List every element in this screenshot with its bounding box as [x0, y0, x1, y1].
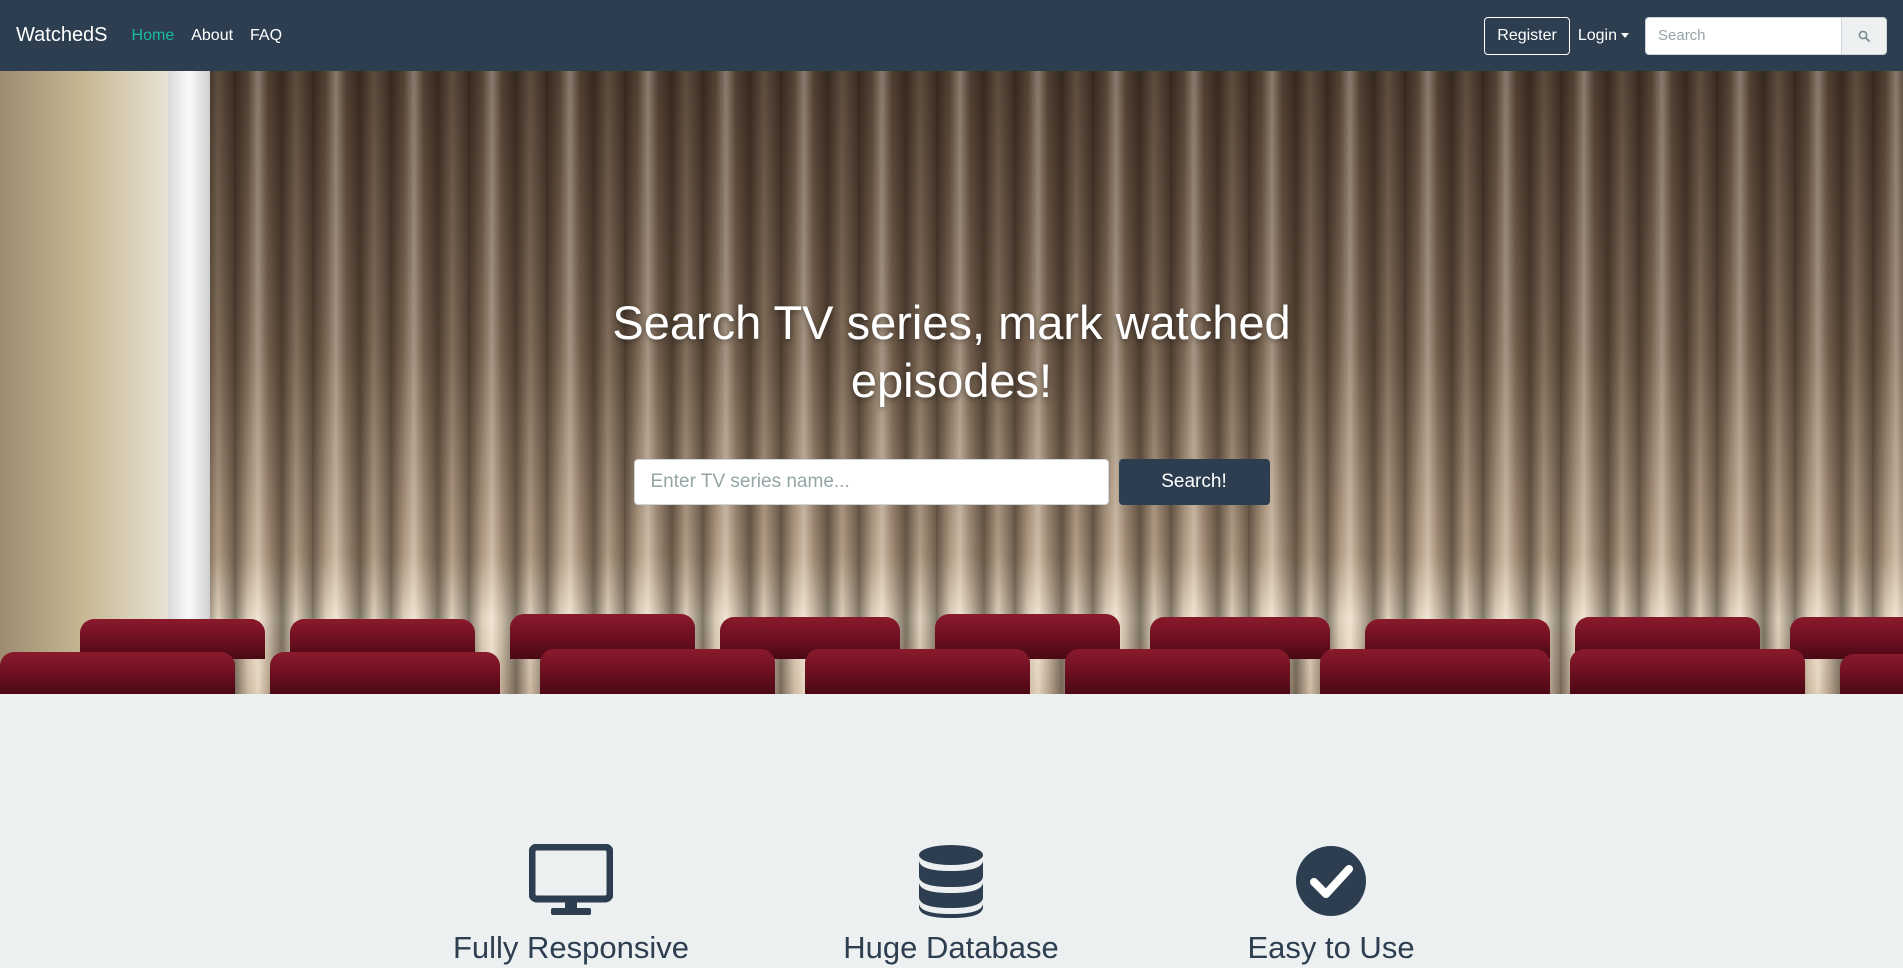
series-search-input[interactable] — [633, 459, 1109, 505]
navbar-search-button[interactable] — [1841, 16, 1887, 55]
desktop-icon — [529, 844, 613, 915]
hero-content: Search TV series, mark watched episodes!… — [0, 71, 1903, 694]
feature-title-responsive: Fully Responsive — [452, 930, 690, 965]
nav-link-home[interactable]: Home — [132, 27, 175, 45]
caret-down-icon — [1621, 33, 1629, 38]
database-icon — [919, 845, 983, 918]
feature-title-easy: Easy to Use — [1247, 930, 1415, 965]
series-search-button[interactable]: Search! — [1118, 459, 1270, 505]
navbar: WatchedS Home About FAQ Register Login — [0, 0, 1903, 71]
feature-responsive: Fully Responsive — [381, 844, 761, 966]
register-button[interactable]: Register — [1484, 16, 1570, 55]
feature-database: Huge Database — [761, 844, 1141, 966]
hero-title: Search TV series, mark watched episodes! — [612, 296, 1291, 407]
check-circle-icon — [1296, 846, 1366, 916]
features-section: Fully Responsive Huge Database Easy to U… — [0, 694, 1903, 968]
nav-link-faq[interactable]: FAQ — [250, 27, 282, 45]
navbar-search — [1645, 16, 1887, 55]
navbar-right: Register Login — [1484, 16, 1887, 55]
feature-title-database: Huge Database — [843, 930, 1059, 965]
login-dropdown-toggle[interactable]: Login — [1578, 27, 1629, 45]
navbar-search-input[interactable] — [1645, 16, 1841, 55]
login-label: Login — [1577, 26, 1617, 44]
search-icon — [1858, 30, 1870, 42]
hero-search-form: Search! — [633, 459, 1270, 505]
feature-easy: Easy to Use — [1141, 844, 1521, 966]
nav-link-about[interactable]: About — [191, 27, 233, 45]
brand-link[interactable]: WatchedS — [16, 24, 108, 47]
hero-section: Search TV series, mark watched episodes!… — [0, 71, 1903, 694]
